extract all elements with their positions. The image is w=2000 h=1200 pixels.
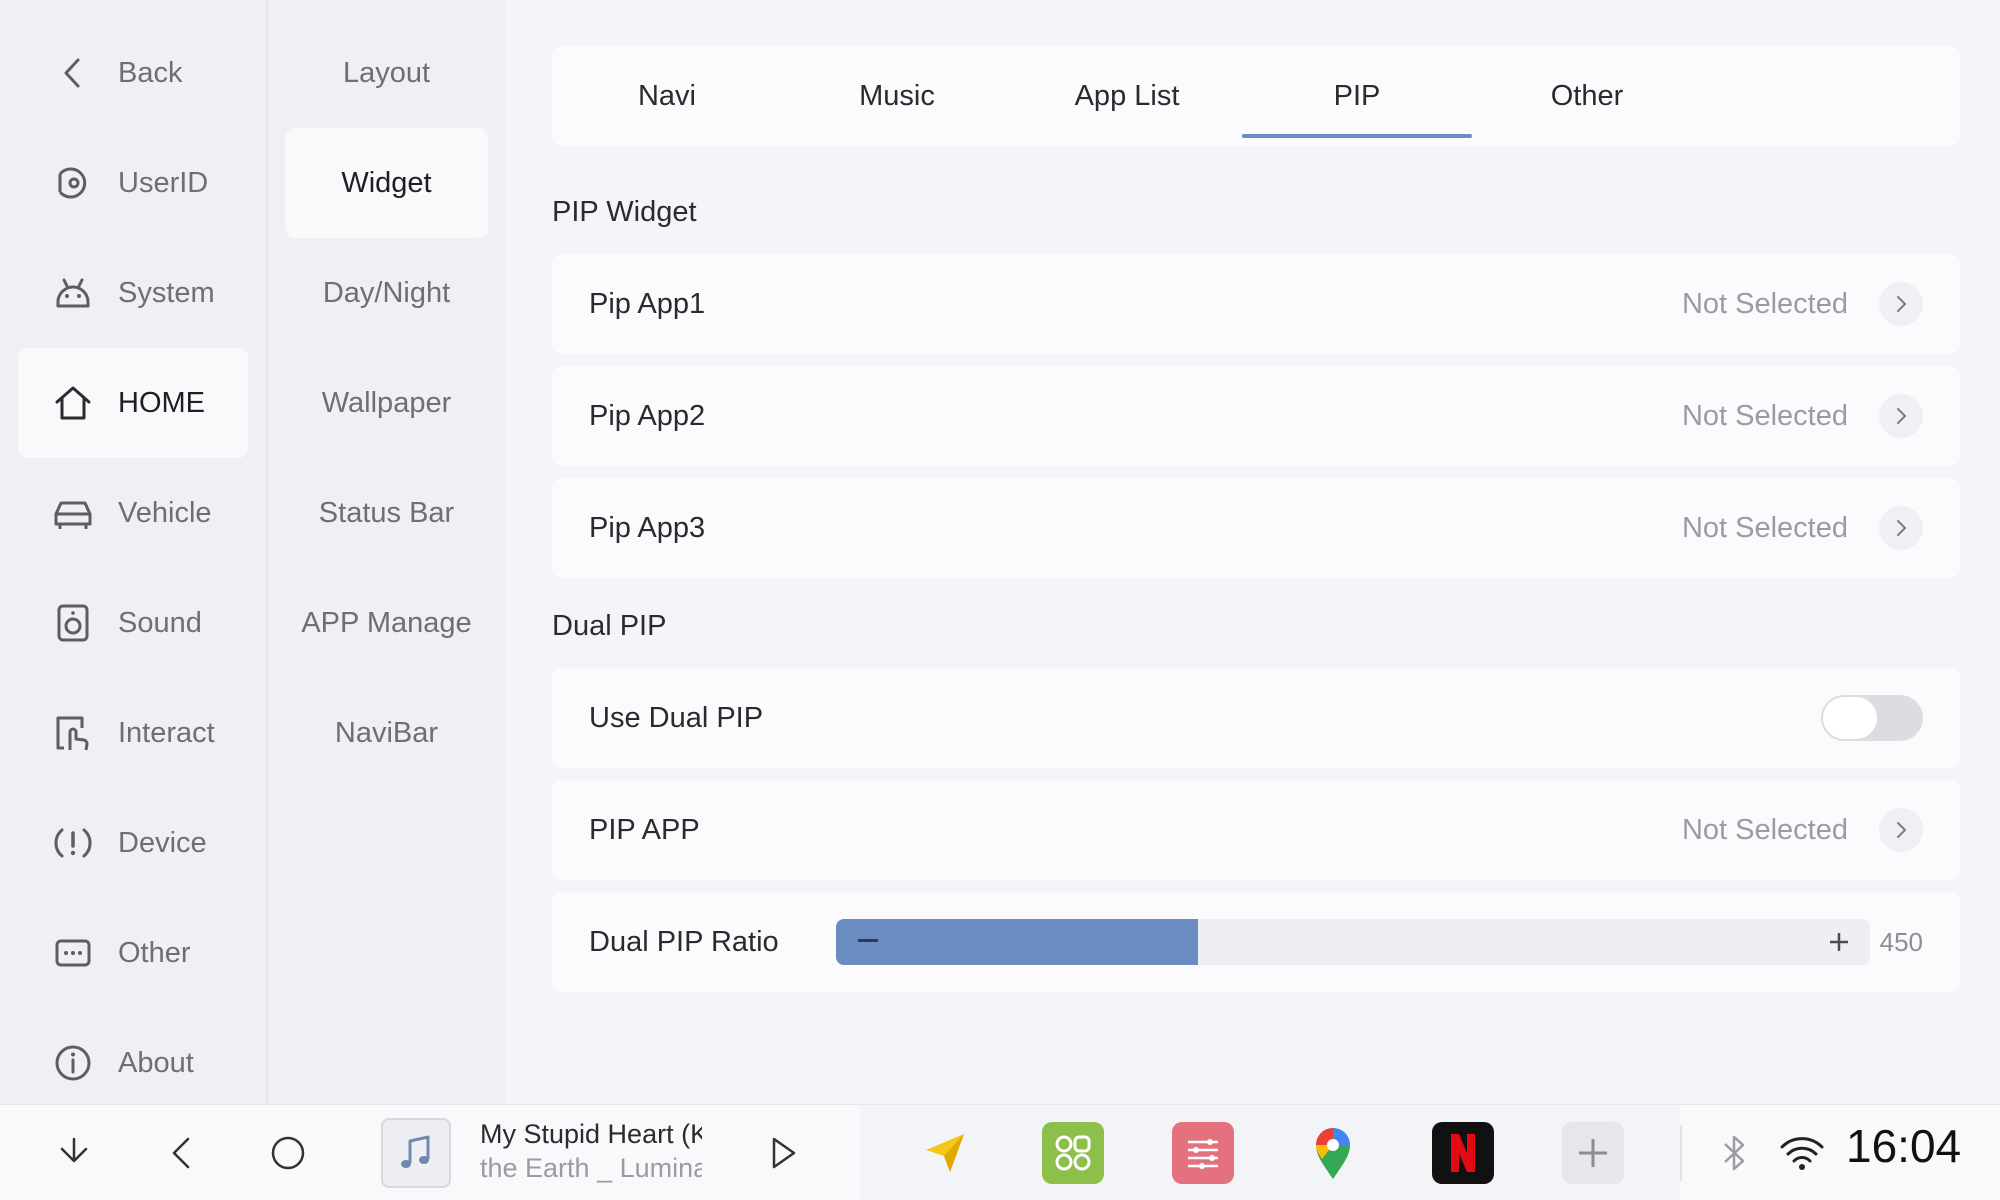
pip-widget-heading: PIP Widget xyxy=(552,196,697,228)
row-value: Not Selected xyxy=(1681,511,1848,544)
bluetooth-icon[interactable] xyxy=(1710,1129,1758,1177)
wifi-icon[interactable] xyxy=(1778,1129,1826,1177)
minus-icon[interactable] xyxy=(858,939,878,942)
chevron-right-icon[interactable] xyxy=(1879,282,1923,326)
app-dock xyxy=(860,1105,1680,1200)
more-icon xyxy=(52,932,94,974)
add-app-icon[interactable] xyxy=(1562,1122,1624,1184)
tab-app-list[interactable]: App List xyxy=(1012,46,1242,146)
sidebar-item-label: UserID xyxy=(118,166,209,199)
sidebar-item-label: About xyxy=(118,1046,194,1079)
sidebar-item-label: Vehicle xyxy=(118,496,212,529)
sidebar-item-vehicle[interactable]: Vehicle xyxy=(18,458,248,568)
row-label: PIP APP xyxy=(589,813,700,846)
music-note-icon[interactable] xyxy=(381,1118,451,1188)
sidebar-item-back[interactable]: Back xyxy=(18,18,248,128)
chevron-right-icon[interactable] xyxy=(1879,808,1923,852)
submenu-item-layout[interactable]: Layout xyxy=(285,18,488,128)
equalizer-icon[interactable] xyxy=(1172,1122,1234,1184)
pip-app3-row[interactable]: Pip App3 Not Selected xyxy=(552,478,1960,578)
touch-icon xyxy=(52,712,94,754)
submenu-item-navibar[interactable]: NaviBar xyxy=(285,678,488,788)
chevron-down-icon[interactable] xyxy=(50,1129,98,1177)
row-label: Dual PIP Ratio xyxy=(589,925,779,958)
media-title[interactable]: My Stupid Heart (Kids Version) xyxy=(480,1119,702,1150)
row-label: Use Dual PIP xyxy=(589,701,764,734)
info-icon xyxy=(52,1042,94,1084)
sidebar-item-userid[interactable]: UserID xyxy=(18,128,248,238)
sidebar-item-label: Other xyxy=(118,936,191,969)
pip-app1-row[interactable]: Pip App1 Not Selected xyxy=(552,254,1960,354)
use-dual-pip-row: Use Dual PIP xyxy=(552,668,1960,768)
submenu-item-widget[interactable]: Widget xyxy=(285,128,488,238)
submenu-item-daynight[interactable]: Day/Night xyxy=(285,238,488,348)
sidebar-item-about[interactable]: About xyxy=(18,1008,248,1118)
sidebar-item-interact[interactable]: Interact xyxy=(18,678,248,788)
maps-pin-icon[interactable] xyxy=(1302,1122,1364,1184)
slider-fill xyxy=(836,919,1198,965)
row-label: Pip App1 xyxy=(589,287,706,320)
tab-navi[interactable]: Navi xyxy=(552,46,782,146)
row-label: Pip App3 xyxy=(589,511,706,544)
slider-value: 450 xyxy=(1879,926,1923,957)
use-dual-pip-toggle[interactable] xyxy=(1821,695,1923,741)
home-icon xyxy=(52,382,94,424)
pip-app2-row[interactable]: Pip App2 Not Selected xyxy=(552,366,1960,466)
bottom-navigation-bar: My Stupid Heart (Kids Version) the Earth… xyxy=(0,1104,2000,1200)
nav-back-icon[interactable] xyxy=(158,1129,206,1177)
sidebar-item-label: Device xyxy=(118,826,207,859)
row-value: Not Selected xyxy=(1681,287,1848,320)
sidebar-item-device[interactable]: Device xyxy=(18,788,248,898)
sidebar-item-system[interactable]: System xyxy=(18,238,248,348)
nav-home-icon[interactable] xyxy=(264,1129,312,1177)
row-value: Not Selected xyxy=(1681,813,1848,846)
submenu-item-statusbar[interactable]: Status Bar xyxy=(285,458,488,568)
sidebar-item-label: Back xyxy=(118,56,183,89)
tab-music[interactable]: Music xyxy=(782,46,1012,146)
home-submenu: Layout Widget Day/Night Wallpaper Status… xyxy=(270,0,506,1104)
sidebar-item-label: Sound xyxy=(118,606,202,639)
car-icon xyxy=(52,492,94,534)
tab-other[interactable]: Other xyxy=(1472,46,1702,146)
plus-icon[interactable] xyxy=(1828,931,1850,953)
dual-pip-ratio-row: Dual PIP Ratio 450 xyxy=(552,892,1960,992)
sidebar-item-label: System xyxy=(118,276,215,309)
status-clock: 16:04 xyxy=(1846,1120,1962,1172)
media-artist: the Earth _ Luminary xyxy=(480,1153,702,1183)
sidebar-item-home[interactable]: HOME xyxy=(18,348,248,458)
dual-pip-heading: Dual PIP xyxy=(552,610,667,642)
widget-tabs: Navi Music App List PIP Other xyxy=(552,46,1960,146)
sidebar-item-label: Interact xyxy=(118,716,215,749)
dual-pip-ratio-slider[interactable] xyxy=(836,919,1870,965)
speaker-icon xyxy=(52,602,94,644)
netflix-icon[interactable] xyxy=(1432,1122,1494,1184)
main-sidebar: Back UserID System HOME Vehicle Sound In… xyxy=(0,0,268,1104)
settings-app: Back UserID System HOME Vehicle Sound In… xyxy=(0,0,2000,1200)
play-icon[interactable] xyxy=(758,1129,806,1177)
row-label: Pip App2 xyxy=(589,399,706,432)
chevron-right-icon[interactable] xyxy=(1879,394,1923,438)
apps-grid-icon[interactable] xyxy=(1042,1122,1104,1184)
alert-icon xyxy=(52,822,94,864)
status-divider xyxy=(1680,1125,1682,1181)
submenu-item-appmanage[interactable]: APP Manage xyxy=(285,568,488,678)
toggle-knob xyxy=(1823,697,1877,739)
navigation-arrow-icon[interactable] xyxy=(914,1122,976,1184)
chevron-right-icon[interactable] xyxy=(1879,506,1923,550)
tab-pip[interactable]: PIP xyxy=(1242,46,1472,146)
pip-app-row[interactable]: PIP APP Not Selected xyxy=(552,780,1960,880)
back-icon xyxy=(52,52,94,94)
row-value: Not Selected xyxy=(1681,399,1848,432)
sidebar-item-label: HOME xyxy=(118,386,205,419)
submenu-item-wallpaper[interactable]: Wallpaper xyxy=(285,348,488,458)
userid-icon xyxy=(52,162,94,204)
sidebar-item-sound[interactable]: Sound xyxy=(18,568,248,678)
widget-settings-panel: Navi Music App List PIP Other PIP Widget… xyxy=(506,0,2000,1104)
android-icon xyxy=(52,272,94,314)
sidebar-item-other[interactable]: Other xyxy=(18,898,248,1008)
